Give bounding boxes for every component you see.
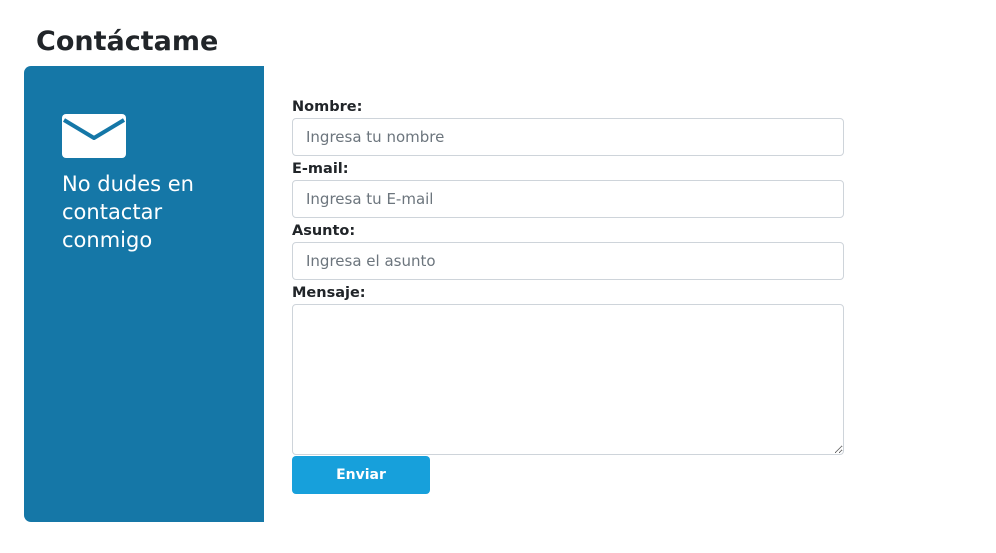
email-label: E-mail: bbox=[292, 161, 349, 177]
subject-label: Asunto: bbox=[292, 223, 356, 239]
contact-sidebar: No dudes en contactar conmigo bbox=[24, 66, 264, 522]
message-label: Mensaje: bbox=[292, 285, 366, 301]
page-title: Contáctame bbox=[36, 26, 219, 57]
name-input[interactable] bbox=[292, 118, 844, 156]
name-label: Nombre: bbox=[292, 99, 363, 115]
email-input[interactable] bbox=[292, 180, 844, 218]
send-button[interactable]: Enviar bbox=[292, 456, 430, 494]
sidebar-message: No dudes en contactar conmigo bbox=[62, 172, 194, 252]
message-textarea[interactable] bbox=[292, 304, 844, 455]
subject-input[interactable] bbox=[292, 242, 844, 280]
contact-form: Nombre: E-mail: Asunto: Mensaje: Enviar bbox=[292, 96, 844, 494]
envelope-icon bbox=[62, 114, 126, 158]
